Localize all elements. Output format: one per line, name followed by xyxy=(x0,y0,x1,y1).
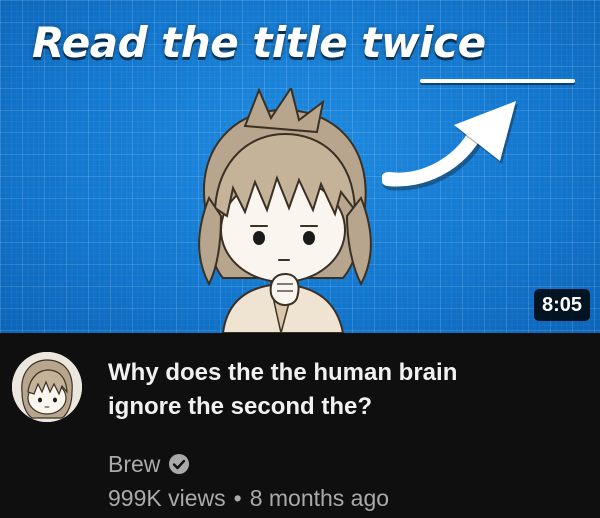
duration-badge: 8:05 xyxy=(533,289,590,321)
thumbnail-text-part2: twice xyxy=(361,18,486,67)
channel-name[interactable]: Brew xyxy=(108,450,160,478)
channel-row: Brew xyxy=(108,450,190,478)
video-title-line1: Why does the the human brain xyxy=(108,359,458,386)
curved-arrow-icon xyxy=(382,101,518,191)
video-card[interactable]: Read the title twice 8:05 Why does the t… xyxy=(0,0,600,518)
video-title[interactable]: Why does the the human brain ignore the s… xyxy=(108,356,578,424)
avatar-character-icon xyxy=(12,352,82,422)
video-meta: 999K views • 8 months ago xyxy=(108,484,389,512)
chibi-character-illustration xyxy=(198,88,372,333)
video-title-line2: ignore the second the? xyxy=(108,393,373,420)
view-count: 999K views xyxy=(108,485,226,511)
video-thumbnail[interactable]: Read the title twice 8:05 xyxy=(0,0,600,333)
thumbnail-underline xyxy=(420,79,575,83)
thumbnail-text-part1: Read the title xyxy=(32,18,362,67)
upload-age: 8 months ago xyxy=(249,485,390,511)
verified-check-icon xyxy=(169,454,190,474)
channel-avatar[interactable] xyxy=(12,352,82,422)
meta-separator: • xyxy=(233,485,242,511)
thumbnail-overlay-text: Read the title twice xyxy=(32,18,486,67)
